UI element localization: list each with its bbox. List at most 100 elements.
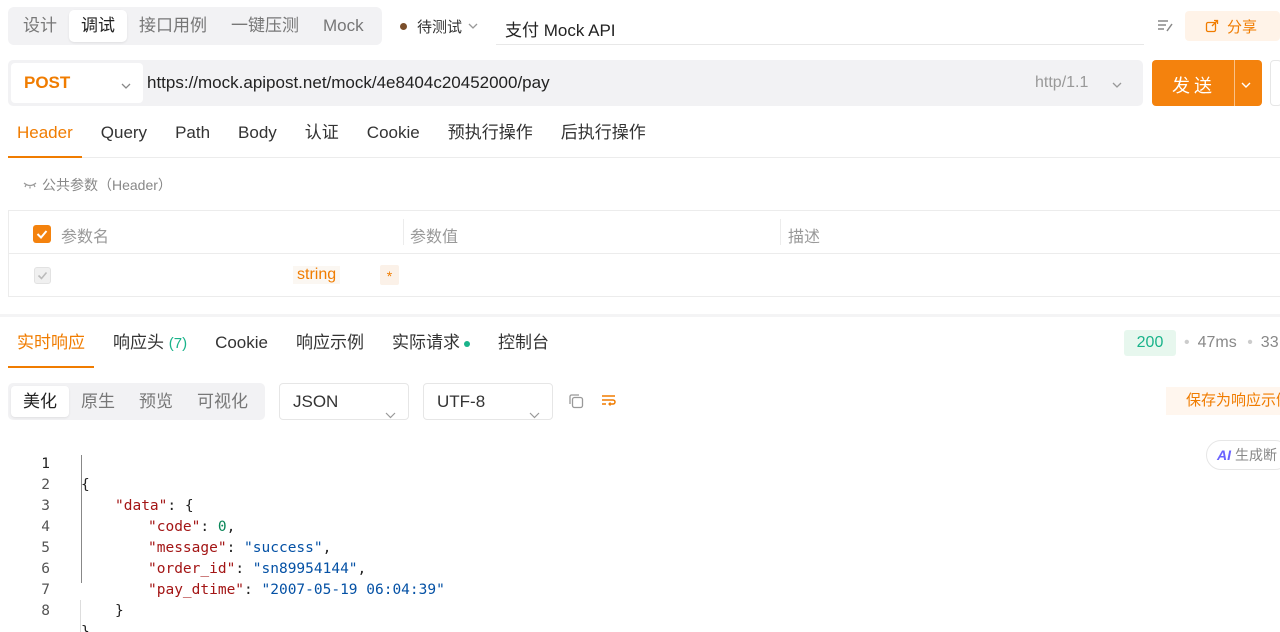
status-dropdown[interactable]: 待测试 [400,16,478,37]
code-line: 6 "pay_dtime": "2007-05-19 06:04:39" [0,538,445,598]
save-as-example-button[interactable]: 保存为响应示例 [1166,387,1280,415]
ai-button-label: 生成断 [1235,447,1277,463]
tab-realtime-response[interactable]: 实时响应 [8,326,94,368]
ai-generate-assertion-button[interactable]: AI 生成断 [1206,440,1280,470]
tab-response-cookie[interactable]: Cookie [206,326,277,368]
tab-test-cases[interactable]: 接口用例 [127,10,219,42]
wrap-lines-icon[interactable] [600,392,618,415]
response-size: 33 [1260,334,1279,351]
json-key: "data" [115,498,168,514]
tab-cookie[interactable]: Cookie [358,116,429,157]
url-bar: POST https://mock.apipost.net/mock/4e840… [8,60,1143,106]
code-line: 2 "data": { [0,454,193,514]
view-mode-tabs: 美化 原生 预览 可视化 [8,383,265,420]
extra-button[interactable] [1270,60,1280,106]
required-marker[interactable]: * [380,265,399,285]
code-line: 1 { [0,433,89,493]
send-label: 发送 [1172,76,1216,96]
code-line: 4 "message": "success", [0,496,331,556]
tab-console[interactable]: 控制台 [489,326,558,368]
json-value: 0 [217,519,227,535]
chevron-down-icon [385,396,396,431]
response-tabs: 实时响应 响应头 (7) Cookie 响应示例 实际请求 控制台 [8,326,568,368]
common-params-label: 公共参数（Header） [42,177,172,193]
format-select[interactable]: JSON [279,383,409,420]
row-checkbox[interactable] [34,267,51,284]
share-button[interactable]: 分享 [1185,11,1280,41]
json-key: "code" [148,519,201,535]
json-key: "message" [148,540,227,556]
column-divider [780,219,781,245]
section-divider [0,314,1280,317]
json-value: "2007-05-19 06:04:39" [261,582,445,598]
api-name[interactable]: 支付 Mock API [505,16,616,41]
code-line: 7 } [0,559,123,619]
select-all-checkbox[interactable] [33,225,51,243]
tab-response-example[interactable]: 响应示例 [287,326,373,368]
encoding-value: UTF-8 [437,392,486,411]
status-dot [464,340,470,347]
code-line: 5 "order_id": "sn89954144", [0,517,366,577]
sort-icon[interactable] [1156,17,1174,35]
view-raw[interactable]: 原生 [69,386,127,417]
url-input[interactable]: https://mock.apipost.net/mock/4e8404c204… [147,73,550,93]
chevron-down-icon[interactable] [1112,76,1122,94]
request-tabs: Header Query Path Body 认证 Cookie 预执行操作 后… [8,116,1280,158]
tab-auth[interactable]: 认证 [296,116,348,157]
code-line: 8 } [0,580,89,632]
tab-pre-script[interactable]: 预执行操作 [439,116,542,157]
copy-icon[interactable] [567,392,585,415]
send-button[interactable]: 发送 [1152,60,1262,106]
tab-query[interactable]: Query [92,116,156,157]
method-select[interactable]: POST [11,63,143,103]
view-preview[interactable]: 预览 [127,386,185,417]
status-dot [400,23,407,30]
view-pretty[interactable]: 美化 [11,386,69,417]
json-value: "success" [244,540,323,556]
mode-tabs: 设计 调试 接口用例 一键压测 Mock [8,7,382,45]
view-visualize[interactable]: 可视化 [185,386,260,417]
chevron-down-icon [468,21,478,33]
common-params-toggle[interactable]: 公共参数（Header） [23,175,172,195]
share-icon [1205,19,1219,33]
json-key: "pay_dtime" [148,582,245,598]
tab-response-headers-label: 响应头 [113,333,164,352]
top-bar: 设计 调试 接口用例 一键压测 Mock 待测试 支付 Mock API 分享 [0,0,1280,52]
tab-mock[interactable]: Mock [311,10,376,42]
json-value: "sn89954144" [252,561,358,577]
chevron-down-icon[interactable] [1241,76,1251,94]
share-label: 分享 [1227,18,1258,36]
json-key: "order_id" [148,561,236,577]
params-table: 参数名 参数值 描述 string * [8,210,1280,297]
code-line: 3 "code": 0, [0,475,235,535]
chevron-down-icon [529,396,540,431]
table-header: 参数名 参数值 描述 [9,211,1280,254]
column-divider [403,219,404,245]
line-number: 8 [41,603,50,619]
eye-closed-icon [23,177,37,193]
header-param-name: 参数名 [61,229,110,246]
title-underline [496,44,1144,45]
tab-response-headers[interactable]: 响应头 (7) [104,326,196,368]
status-label: 待测试 [417,19,463,36]
send-divider [1234,60,1235,106]
encoding-select[interactable]: UTF-8 [423,383,553,420]
tab-load-test[interactable]: 一键压测 [219,10,311,42]
tab-debug[interactable]: 调试 [69,10,127,42]
chevron-down-icon [121,75,131,95]
protocol-select[interactable]: http/1.1 [1035,74,1088,92]
tab-design[interactable]: 设计 [11,10,69,42]
header-param-value: 参数值 [410,229,459,246]
headers-count: (7) [168,335,188,352]
response-meta: • 47ms • 33 [1184,334,1279,351]
tab-body[interactable]: Body [229,116,286,157]
method-label: POST [24,73,71,92]
tab-post-script[interactable]: 后执行操作 [552,116,655,157]
tab-path[interactable]: Path [166,116,219,157]
response-time: 47ms [1197,334,1237,351]
tab-header[interactable]: Header [8,116,82,158]
status-code-badge: 200 [1124,330,1176,356]
tab-actual-request-label: 实际请求 [392,333,460,352]
tab-actual-request[interactable]: 实际请求 [383,326,479,368]
param-type-select[interactable]: string [293,266,341,284]
